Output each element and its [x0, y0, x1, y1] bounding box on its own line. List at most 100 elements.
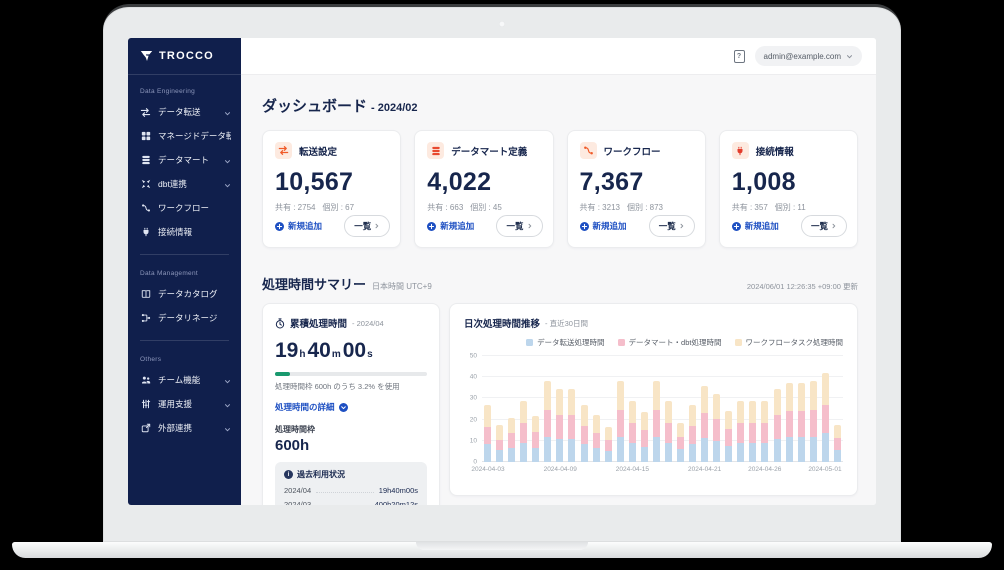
- bar-segment: [568, 415, 575, 438]
- stacked-bar: [798, 356, 805, 462]
- summary-timezone: 日本時間 UTC+9: [372, 282, 432, 291]
- sliders-icon: [140, 399, 151, 410]
- sidebar-item-data-lineage[interactable]: データリネージ: [128, 306, 241, 330]
- laptop-base: [12, 542, 992, 558]
- time-details-link[interactable]: 処理時間の詳細: [275, 401, 427, 413]
- sidebar-item-workflow[interactable]: ワークフロー: [128, 196, 241, 220]
- cumulative-time-value: 19h40m00s: [275, 339, 427, 363]
- list-button[interactable]: 一覧: [496, 215, 542, 237]
- stacked-bar: [653, 356, 660, 462]
- stacked-bar: [593, 356, 600, 462]
- chart-plot-area: [482, 356, 843, 462]
- database-icon: [427, 142, 444, 159]
- list-button[interactable]: 一覧: [649, 215, 695, 237]
- bar-segment: [641, 412, 648, 430]
- team-icon: [140, 375, 151, 386]
- help-manual-icon[interactable]: [734, 50, 745, 63]
- bar-segment: [786, 383, 793, 412]
- bar-segment: [556, 415, 563, 438]
- y-tick-label: 20: [470, 416, 477, 423]
- stat-card-title: 転送設定: [299, 144, 337, 158]
- chevron-down-icon: [224, 425, 231, 432]
- add-new-button[interactable]: 新規追加: [275, 220, 322, 232]
- bar-segment: [641, 447, 648, 462]
- chevron-down-icon: [224, 181, 231, 188]
- bar-segment: [737, 401, 744, 423]
- nav-section-label: Others: [128, 343, 241, 368]
- bar-segment: [496, 440, 503, 451]
- bar-segment: [605, 427, 612, 440]
- sidebar-item-managed-data-transfer[interactable]: マネージドデータ転送: [128, 124, 241, 148]
- stat-card-connections: 接続情報 1,008 共有 : 357個別 : 11 新規追加: [719, 130, 858, 248]
- sidebar: TROCCO Data Engineering データ転送: [128, 38, 241, 505]
- sidebar-item-datamart[interactable]: データマート: [128, 148, 241, 172]
- stacked-bar: [556, 356, 563, 462]
- trocco-logo-icon: [140, 50, 153, 63]
- sidebar-item-dbt[interactable]: dbt連携: [128, 172, 241, 196]
- list-button[interactable]: 一覧: [801, 215, 847, 237]
- stat-card-meta: 共有 : 3213個別 : 873: [580, 202, 693, 213]
- bar-segment: [520, 423, 527, 443]
- stat-card-title: 接続情報: [756, 144, 794, 158]
- sidebar-item-label: 外部連携: [158, 422, 217, 434]
- bar-segment: [593, 448, 600, 462]
- stacked-bar: [520, 356, 527, 462]
- bar-segment: [810, 381, 817, 410]
- stacked-bar: [737, 356, 744, 462]
- sidebar-item-team[interactable]: チーム機能: [128, 368, 241, 392]
- legend-chip: [618, 339, 625, 346]
- bar-segment: [677, 437, 684, 450]
- plus-circle-icon: [580, 222, 589, 231]
- y-tick-label: 10: [470, 437, 477, 444]
- bar-segment: [532, 416, 539, 432]
- stat-card-value: 10,567: [275, 168, 388, 197]
- bar-segment: [798, 437, 805, 462]
- sidebar-item-external[interactable]: 外部連携: [128, 416, 241, 440]
- cumulative-time-title: 累積処理時間: [290, 316, 347, 330]
- legend-item: ワークフロータスク処理時間: [735, 337, 844, 348]
- bar-segment: [593, 415, 600, 433]
- bar-segment: [810, 410, 817, 437]
- stat-cards-row: 転送設定 10,567 共有 : 2754個別 : 67 新規追加: [262, 130, 858, 248]
- account-menu[interactable]: admin@example.com: [755, 46, 862, 66]
- bar-segment: [508, 418, 515, 434]
- bar-segment: [834, 438, 841, 451]
- stacked-bar: [581, 356, 588, 462]
- stat-card-meta: 共有 : 357個別 : 11: [732, 202, 845, 213]
- logo[interactable]: TROCCO: [128, 38, 241, 75]
- sidebar-item-data-transfer[interactable]: データ転送: [128, 100, 241, 124]
- bar-segment: [689, 444, 696, 462]
- chevron-down-icon: [224, 157, 231, 164]
- list-button[interactable]: 一覧: [344, 215, 390, 237]
- chevron-right-icon: [527, 222, 533, 230]
- bar-segment: [822, 405, 829, 434]
- sidebar-item-label: データマート: [158, 154, 217, 166]
- legend-item: データ転送処理時間: [526, 337, 605, 348]
- sidebar-item-label: マネージドデータ転送: [158, 130, 231, 142]
- add-new-button[interactable]: 新規追加: [427, 220, 474, 232]
- bar-segment: [605, 440, 612, 452]
- sidebar-item-data-catalog[interactable]: データカタログ: [128, 282, 241, 306]
- sidebar-item-label: データカタログ: [158, 288, 231, 300]
- plug-icon: [140, 227, 151, 238]
- topbar: admin@example.com: [241, 38, 876, 75]
- stacked-bar: [810, 356, 817, 462]
- bar-segment: [544, 381, 551, 410]
- add-new-button[interactable]: 新規追加: [580, 220, 627, 232]
- dbt-icon: [140, 179, 151, 190]
- sidebar-item-connections[interactable]: 接続情報: [128, 220, 241, 244]
- bar-segment: [593, 433, 600, 448]
- bar-segment: [725, 411, 732, 429]
- bar-segment: [484, 444, 491, 462]
- bar-segment: [725, 429, 732, 446]
- bar-segment: [774, 439, 781, 462]
- sidebar-item-operations[interactable]: 運用支援: [128, 392, 241, 416]
- chart-plot: 01020304050: [464, 356, 843, 462]
- add-new-button[interactable]: 新規追加: [732, 220, 779, 232]
- bar-segment: [774, 389, 781, 416]
- stacked-bar: [774, 356, 781, 462]
- bar-segment: [701, 438, 708, 462]
- laptop-mockup: TROCCO Data Engineering データ転送: [0, 0, 1004, 570]
- bar-segment: [508, 448, 515, 462]
- time-frame-label: 処理時間枠: [275, 424, 427, 435]
